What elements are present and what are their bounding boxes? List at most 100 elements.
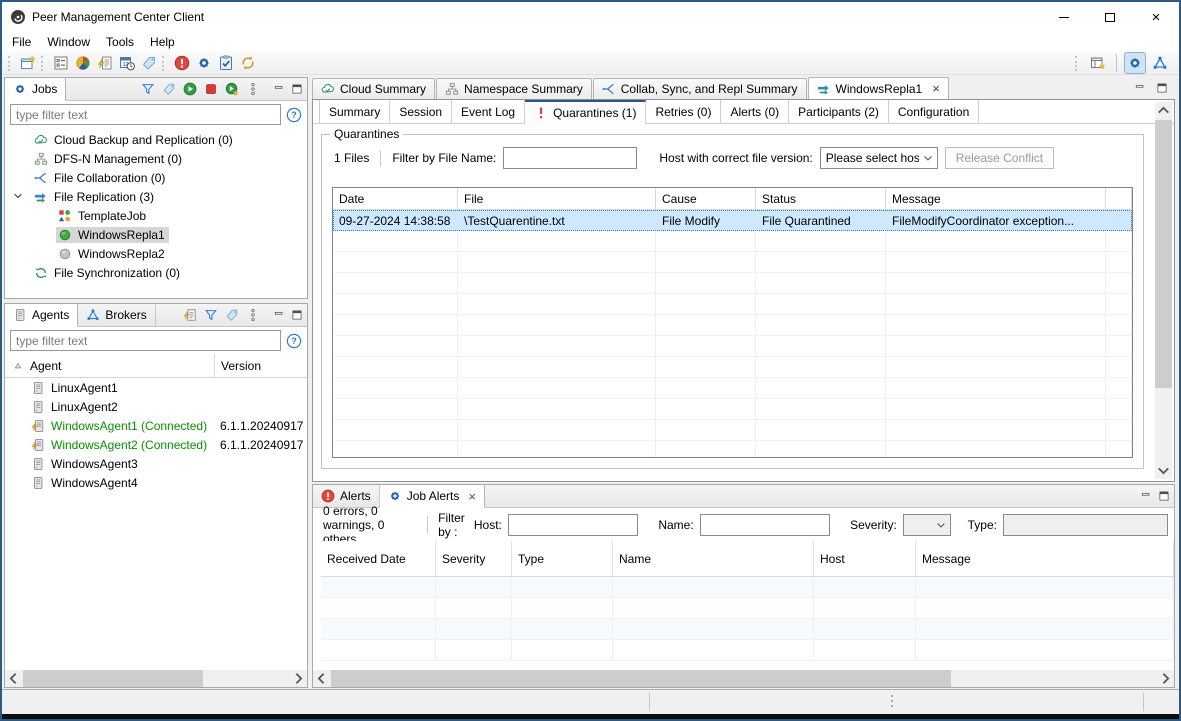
tree-item-cloud-backup-and-replication-0[interactable]: Cloud Backup and Replication (0): [5, 130, 307, 149]
filter-button[interactable]: [140, 82, 156, 96]
minimize-view-button[interactable]: [272, 309, 286, 321]
subtab-alerts-0[interactable]: Alerts (0): [721, 100, 789, 123]
tree-item-file-synchronization-0[interactable]: File Synchronization (0): [5, 263, 307, 282]
scroll-up-icon[interactable]: [1155, 102, 1172, 119]
editor-tab-collab-sync-and-repl-summary[interactable]: Collab, Sync, and Repl Summary: [593, 78, 807, 99]
tag-button[interactable]: [161, 82, 177, 96]
summary-pie-button[interactable]: [72, 54, 94, 72]
checklist-button[interactable]: [215, 54, 237, 72]
agent-row-linuxagent1[interactable]: LinuxAgent1: [5, 378, 307, 397]
column-header-name[interactable]: Name: [613, 541, 814, 576]
schedule-button[interactable]: 12: [116, 54, 138, 72]
type-filter-input[interactable]: [1003, 514, 1168, 536]
agent-row-windowsagent4[interactable]: WindowsAgent4: [5, 473, 307, 492]
agent-row-windowsagent3[interactable]: WindowsAgent3: [5, 454, 307, 473]
view-menu-button[interactable]: [245, 82, 261, 96]
subtab-retries-0[interactable]: Retries (0): [646, 100, 721, 123]
column-header-severity[interactable]: Severity: [436, 541, 512, 576]
tab-brokers[interactable]: Brokers: [78, 304, 155, 326]
subtab-summary[interactable]: Summary: [319, 100, 390, 123]
filter-button[interactable]: [203, 308, 219, 322]
alerts-horizontal-scrollbar[interactable]: [313, 670, 1174, 687]
agents-filter-input[interactable]: [10, 330, 281, 351]
quarantine-row[interactable]: 09-27-2024 14:38:58\TestQuarentine.txtFi…: [333, 210, 1132, 231]
subtab-quarantines-1[interactable]: Quarantines (1): [525, 100, 646, 124]
agents-column-version[interactable]: Version: [214, 354, 307, 377]
tab-jobs[interactable]: Jobs: [5, 78, 66, 101]
tree-item-windowsrepla2[interactable]: WindowsRepla2: [5, 244, 307, 263]
column-header-message[interactable]: Message: [916, 541, 1174, 576]
maximize-view-button[interactable]: [290, 83, 304, 95]
tag-button[interactable]: [224, 308, 240, 322]
maximize-view-button[interactable]: [1157, 490, 1171, 502]
host-version-select[interactable]: Please select host: [820, 147, 938, 169]
close-window-button[interactable]: ×: [1133, 2, 1179, 32]
scrollbar-thumb[interactable]: [1155, 120, 1172, 388]
open-perspective-button[interactable]: [1087, 52, 1109, 74]
scroll-left-icon[interactable]: [5, 670, 22, 687]
tree-item-dfs-n-management-0[interactable]: DFS-N Management (0): [5, 149, 307, 168]
refresh-button[interactable]: [237, 54, 259, 72]
subtab-configuration[interactable]: Configuration: [889, 100, 979, 123]
view-menu-button[interactable]: [245, 308, 261, 322]
tag-button[interactable]: [138, 54, 160, 72]
subtab-participants-2[interactable]: Participants (2): [789, 100, 889, 123]
file-name-filter-input[interactable]: [503, 147, 637, 169]
scroll-left-icon[interactable]: [313, 670, 330, 687]
editor-tab-windowsrepla1[interactable]: WindowsRepla1×: [808, 77, 949, 99]
maximize-window-button[interactable]: [1087, 2, 1133, 32]
scrollbar-thumb[interactable]: [23, 670, 203, 687]
scroll-right-icon[interactable]: [1157, 670, 1174, 687]
column-header-message[interactable]: Message: [886, 188, 1106, 209]
menu-file[interactable]: File: [4, 33, 39, 51]
column-header-cause[interactable]: Cause: [656, 188, 756, 209]
agents-column-agent[interactable]: Agent: [5, 359, 214, 373]
scrollbar-thumb[interactable]: [331, 670, 951, 687]
jobs-filter-input[interactable]: [10, 104, 281, 125]
close-tab-icon[interactable]: ×: [468, 490, 476, 503]
agent-activity-button[interactable]: [182, 308, 198, 322]
column-header-type[interactable]: Type: [512, 541, 613, 576]
menu-tools[interactable]: Tools: [98, 33, 142, 51]
tree-item-templatejob[interactable]: TemplateJob: [5, 206, 307, 225]
close-tab-icon[interactable]: ×: [932, 82, 940, 95]
column-header-file[interactable]: File: [458, 188, 656, 209]
name-filter-input[interactable]: [700, 514, 830, 536]
agent-row-linuxagent2[interactable]: LinuxAgent2: [5, 397, 307, 416]
scroll-right-icon[interactable]: [290, 670, 307, 687]
column-header-date[interactable]: Date: [333, 188, 458, 209]
column-header-status[interactable]: Status: [756, 188, 886, 209]
agent-row-windowsagent1-connected[interactable]: WindowsAgent1 (Connected)6.1.1.20240917: [5, 416, 307, 435]
start-options-button[interactable]: [224, 82, 240, 96]
scroll-down-icon[interactable]: [1155, 462, 1172, 479]
agent-row-windowsagent2-connected[interactable]: WindowsAgent2 (Connected)6.1.1.20240917: [5, 435, 307, 454]
maximize-view-button[interactable]: [290, 309, 304, 321]
help-icon[interactable]: ?: [286, 107, 302, 123]
management-perspective-button[interactable]: [1124, 52, 1146, 74]
minimize-view-button[interactable]: [1139, 490, 1153, 502]
minimize-view-button[interactable]: [272, 83, 286, 95]
column-header-host[interactable]: Host: [814, 541, 916, 576]
agent-activity-button[interactable]: [94, 54, 116, 72]
minimize-editor-button[interactable]: [1131, 81, 1149, 95]
alerts-button[interactable]: [171, 54, 193, 72]
stop-job-button[interactable]: [203, 82, 219, 96]
tree-item-windowsrepla1[interactable]: WindowsRepla1: [5, 225, 307, 244]
new-job-button[interactable]: [17, 54, 39, 72]
editor-tab-cloud-summary[interactable]: Cloud Summary: [312, 78, 435, 99]
editor-vertical-scrollbar[interactable]: [1155, 102, 1172, 479]
settings-gear-button[interactable]: [193, 54, 215, 72]
tree-chevron-icon[interactable]: [12, 190, 24, 202]
start-job-button[interactable]: [182, 82, 198, 96]
maximize-editor-button[interactable]: [1153, 81, 1171, 95]
minimize-window-button[interactable]: [1041, 2, 1087, 32]
tab-agents[interactable]: Agents: [5, 304, 78, 327]
status-drag-handle[interactable]: [891, 695, 893, 707]
column-header-received-date[interactable]: Received Date: [321, 541, 436, 576]
menu-window[interactable]: Window: [39, 33, 98, 51]
release-conflict-button[interactable]: Release Conflict: [945, 147, 1054, 169]
profiles-button[interactable]: [50, 54, 72, 72]
brokers-perspective-button[interactable]: [1149, 52, 1171, 74]
tree-item-file-replication-3[interactable]: File Replication (3): [5, 187, 307, 206]
help-icon[interactable]: ?: [286, 333, 302, 349]
